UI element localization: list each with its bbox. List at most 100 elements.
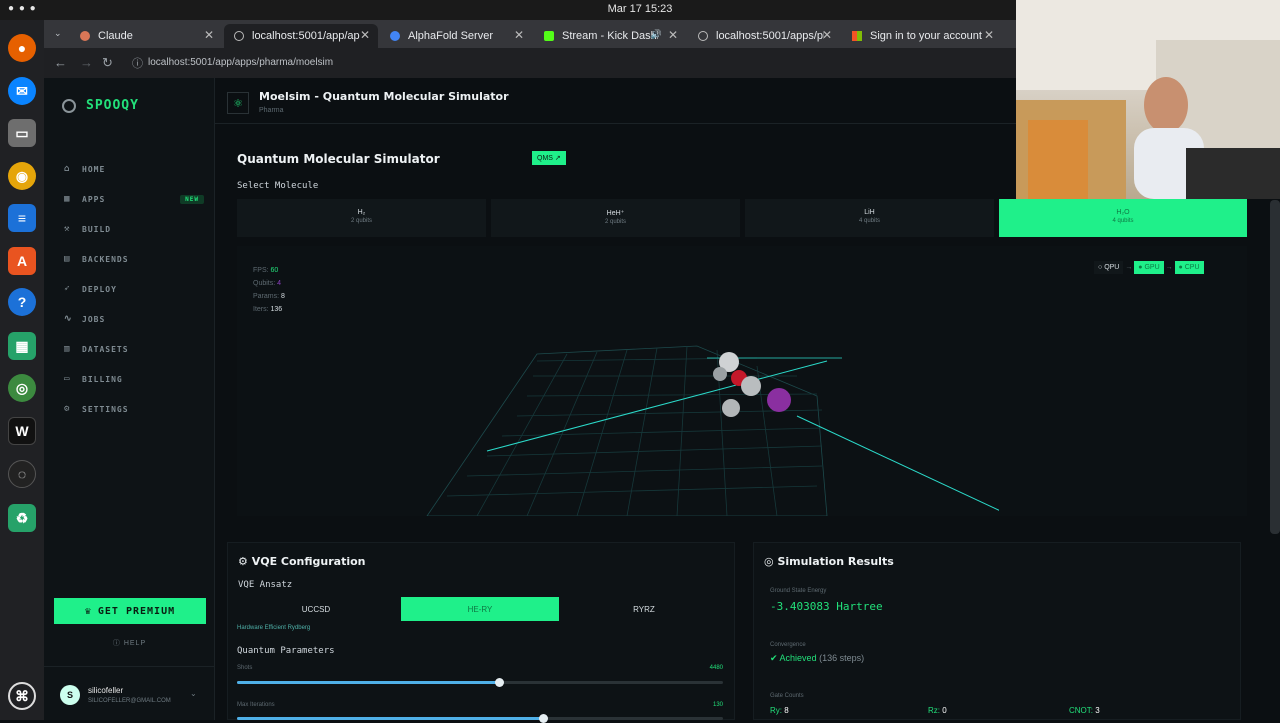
- sidebar-item-label: BUILD: [82, 224, 112, 234]
- tab-title: Sign in to your account: [870, 30, 982, 42]
- sidebar-item-jobs[interactable]: ∿ JOBS: [64, 304, 204, 334]
- backend-pipeline: ○ QPU → ● GPU → ● CPU: [1094, 261, 1204, 274]
- site-info-icon[interactable]: ⓘ: [132, 55, 143, 71]
- energy-label: Ground State Energy: [770, 588, 827, 594]
- chrome-icon[interactable]: ◎: [8, 374, 36, 402]
- molecule-viewport[interactable]: FPS: 60 Qubits: 4 Params: 8 Iters: 136: [237, 246, 1016, 516]
- sidebar-item-label: HOME: [82, 164, 106, 174]
- page-scrollbar[interactable]: [1270, 200, 1280, 534]
- shots-slider[interactable]: [237, 678, 723, 687]
- close-icon[interactable]: ✕: [514, 28, 524, 42]
- target-icon: ◎: [764, 555, 778, 568]
- sidebar-item-label: BILLING: [82, 374, 123, 384]
- sidebar-item-datasets[interactable]: ▥ DATASETS: [64, 334, 204, 364]
- check-circle-icon: ✔: [770, 653, 780, 663]
- shots-value: 4480: [709, 665, 723, 671]
- max-iterations-label: Max Iterations: [237, 702, 275, 708]
- wix-icon[interactable]: W: [8, 417, 36, 445]
- tab-localhost-active[interactable]: localhost:5001/app/app ✕: [224, 24, 378, 48]
- molecule-name: H₂O: [1116, 209, 1130, 216]
- viewport-right: ○ QPU → ● GPU → ● CPU: [999, 246, 1247, 516]
- sidebar-nav: ⌂ HOME ▦ APPS NEW ⚒ BUILD ▤ BACKENDS ➶ DEPLOY …: [64, 154, 204, 424]
- molecule-option-heh[interactable]: HeH⁺ 2 qubits: [491, 199, 740, 237]
- sidebar-item-label: SETTINGS: [82, 404, 129, 414]
- cpu-chip[interactable]: ● CPU: [1174, 261, 1204, 274]
- brand[interactable]: SPOOQY: [62, 98, 139, 113]
- settings-icon: ⚙: [238, 555, 252, 568]
- firefox-icon[interactable]: ●: [8, 34, 36, 62]
- globe-icon: [234, 31, 244, 41]
- page-subtitle: Pharma: [259, 107, 284, 114]
- tab-kick[interactable]: Stream - Kick Dashbo 🔊 ✕: [534, 24, 686, 48]
- close-icon[interactable]: ✕: [984, 28, 994, 42]
- help-button[interactable]: ⓘ HELP: [44, 638, 215, 648]
- trash-icon[interactable]: ♻: [8, 504, 36, 532]
- ansatz-hint: Hardware Efficient Rydberg: [237, 625, 311, 631]
- obs-icon[interactable]: ◌: [8, 460, 36, 488]
- rhythmbox-icon[interactable]: ◉: [8, 162, 36, 190]
- molecule-option-lih[interactable]: LiH 4 qubits: [745, 199, 994, 237]
- close-icon[interactable]: ✕: [668, 28, 678, 42]
- close-icon[interactable]: ✕: [204, 28, 214, 42]
- qpu-chip[interactable]: ○ QPU: [1094, 261, 1124, 274]
- user-email: SILICOFELLER@GMAIL.COM: [88, 698, 171, 704]
- close-icon[interactable]: ✕: [360, 28, 370, 42]
- writer-icon[interactable]: ≡: [8, 204, 36, 232]
- molecule-name: LiH: [864, 209, 875, 216]
- gpu-chip[interactable]: ● GPU: [1134, 261, 1164, 274]
- tab-localhost-2[interactable]: localhost:5001/apps/ph ✕: [688, 24, 840, 48]
- claude-icon: [80, 31, 90, 41]
- vqe-config-panel: ⚙ VQE Configuration VQE Ansatz: [227, 542, 735, 720]
- sidebar-item-billing[interactable]: ▭ BILLING: [64, 364, 204, 394]
- sidebar-item-deploy[interactable]: ➶ DEPLOY: [64, 274, 204, 304]
- molecule-option-h2o[interactable]: H₂O 4 qubits: [999, 199, 1247, 237]
- sidebar-item-apps[interactable]: ▦ APPS NEW: [64, 184, 204, 214]
- convergence-status: ✔ Achieved (136 steps): [770, 653, 865, 663]
- wrench-icon: ⚒: [64, 224, 71, 234]
- reload-icon[interactable]: ↻: [102, 55, 113, 71]
- sidebar-item-settings[interactable]: ⚙ SETTINGS: [64, 394, 204, 424]
- tab-claude[interactable]: Claude ✕: [70, 24, 222, 48]
- sidebar-item-label: DEPLOY: [82, 284, 117, 294]
- get-premium-button[interactable]: ♛ GET PREMIUM: [54, 598, 206, 624]
- sidebar-item-backends[interactable]: ▤ BACKENDS: [64, 244, 204, 274]
- quantum-params-label: Quantum Parameters: [237, 646, 335, 656]
- home-icon: ⌂: [64, 164, 71, 174]
- app-center-icon[interactable]: A: [8, 247, 36, 275]
- iters-slider-knob[interactable]: [539, 714, 549, 723]
- files-icon[interactable]: ▭: [8, 119, 36, 147]
- sidebar-item-home[interactable]: ⌂ HOME: [64, 154, 204, 184]
- brand-name: SPOOQY: [86, 98, 139, 113]
- tab-title: AlphaFold Server: [408, 30, 493, 42]
- close-icon[interactable]: ✕: [822, 28, 832, 42]
- apps-icon: ▦: [64, 194, 71, 204]
- ansatz-hery-button[interactable]: HE-RY: [401, 597, 559, 621]
- help-icon: ⓘ: [112, 640, 124, 647]
- ansatz-ryrz-button[interactable]: RYRZ: [565, 597, 723, 621]
- results-title: ◎ Simulation Results: [764, 555, 894, 568]
- atom-h2: [713, 367, 727, 381]
- sidebar-item-build[interactable]: ⚒ BUILD: [64, 214, 204, 244]
- tab-alphafold[interactable]: AlphaFold Server ✕: [380, 24, 532, 48]
- user-menu[interactable]: S silicofeller SILICOFELLER@GMAIL.COM ⌄: [44, 666, 215, 720]
- tab-title: Stream - Kick Dashbo: [562, 30, 658, 42]
- sheets-icon[interactable]: ▦: [8, 332, 36, 360]
- new-badge: NEW: [180, 194, 204, 204]
- qms-badge: QMS ↗: [532, 151, 566, 165]
- results-panel-right: CNOT: 3: [999, 542, 1241, 720]
- molecule-option-h2[interactable]: H₂ 2 qubits: [237, 199, 486, 237]
- ubuntu-icon[interactable]: ⌘: [8, 682, 36, 710]
- max-iterations-value: 130: [712, 702, 723, 708]
- simulator-title: Quantum Molecular Simulator: [237, 152, 440, 166]
- tab-search-icon[interactable]: ⌄: [54, 28, 62, 39]
- thunderbird-icon[interactable]: ✉: [8, 77, 36, 105]
- help-icon[interactable]: ?: [8, 288, 36, 316]
- url-input[interactable]: localhost:5001/app/apps/pharma/moelsim: [148, 57, 333, 68]
- forward-icon[interactable]: →: [80, 55, 93, 70]
- speaker-icon[interactable]: 🔊: [651, 29, 662, 40]
- ansatz-uccsd-button[interactable]: UCCSD: [237, 597, 395, 621]
- back-icon[interactable]: ←: [54, 55, 67, 70]
- tab-signin[interactable]: Sign in to your account ✕: [842, 24, 1002, 48]
- page-header: ⚛ Moelsim - Quantum Molecular Simulator …: [215, 78, 1016, 124]
- atom-h4: [722, 399, 740, 417]
